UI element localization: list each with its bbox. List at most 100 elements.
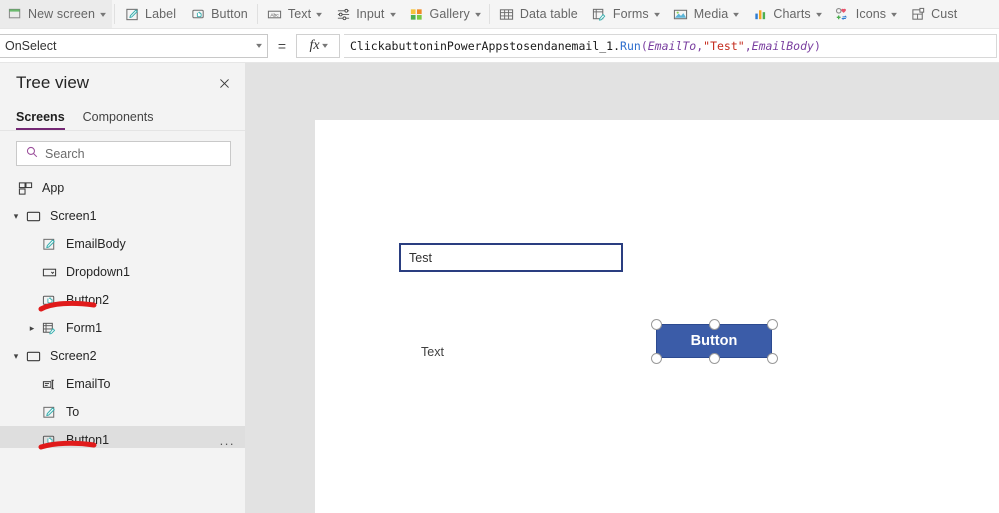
chevron-down-icon: ▾ xyxy=(256,41,262,50)
tree-item-button2[interactable]: Button2 xyxy=(0,286,245,314)
formula-function-name: ClickabuttoninPowerAppstosendanemail_1. xyxy=(350,38,621,53)
toolbar-item-label[interactable]: Label xyxy=(117,0,183,28)
app-screen-canvas[interactable]: Test Text Button xyxy=(315,120,999,513)
chevron-down-icon[interactable]: ▾ xyxy=(8,211,24,222)
chevron-down-icon[interactable]: ▾ xyxy=(8,351,24,362)
equals-sign: = xyxy=(277,37,287,54)
canvas-area: Test Text Button xyxy=(246,63,999,513)
tree-item-screen2[interactable]: ▾ Screen2 xyxy=(0,342,245,370)
text-input-control[interactable]: Test xyxy=(399,243,623,272)
resize-handle-top-center[interactable] xyxy=(708,318,720,330)
toolbar-item-button-text: Button xyxy=(211,7,248,21)
tree-item-overflow-menu[interactable]: ... xyxy=(220,433,235,448)
data-table-icon xyxy=(499,6,515,22)
toolbar-item-text[interactable]: Abc Text ▾ xyxy=(260,0,328,28)
toolbar-item-forms[interactable]: Forms ▾ xyxy=(585,0,666,28)
formula-input[interactable]: ClickabuttoninPowerAppstosendanemail_1. R… xyxy=(344,33,997,58)
resize-handle-top-left[interactable] xyxy=(650,318,662,330)
button-icon xyxy=(190,6,206,22)
text-label-control[interactable]: Text xyxy=(421,345,444,359)
toolbar-divider xyxy=(114,4,116,24)
toolbar-item-charts-text: Charts xyxy=(773,7,811,21)
toolbar-item-text-text: Text xyxy=(287,7,312,21)
tree-item-emailto[interactable]: EmailTo xyxy=(0,370,245,398)
screen-icon xyxy=(24,207,42,225)
tree-item-emailbody[interactable]: EmailBody xyxy=(0,230,245,258)
tree-item-screen1[interactable]: ▾ Screen1 xyxy=(0,202,245,230)
tree-item-label: App xyxy=(42,181,65,195)
tree-item-to[interactable]: To xyxy=(0,398,245,426)
chevron-down-icon: ▾ xyxy=(891,9,898,19)
toolbar-item-icons[interactable]: Icons ▾ xyxy=(828,0,903,28)
resize-handle-bottom-center[interactable] xyxy=(708,352,720,364)
toolbar-item-media-text: Media xyxy=(693,7,729,21)
toolbar-divider xyxy=(488,4,490,24)
tree-item-label: EmailBody xyxy=(66,237,126,251)
icons-icon xyxy=(835,6,851,22)
tree-view-tabs: Screens Components xyxy=(0,103,245,131)
dropdown-icon xyxy=(40,263,58,281)
tab-screens[interactable]: Screens xyxy=(16,110,65,130)
new-screen-icon xyxy=(7,6,23,22)
text-abc-icon: Abc xyxy=(267,6,283,22)
media-icon xyxy=(673,6,689,22)
toolbar-item-icons-text: Icons xyxy=(855,7,887,21)
formula-close-paren: ) xyxy=(813,38,821,53)
toolbar-divider xyxy=(256,4,258,24)
tree-view-empty-area xyxy=(0,448,245,513)
tree-item-label: Form1 xyxy=(66,321,103,335)
chevron-down-icon: ▾ xyxy=(474,9,481,19)
toolbar-item-input-text: Input xyxy=(356,7,385,21)
fx-button[interactable]: fx ▾ xyxy=(296,33,340,58)
toolbar-item-charts[interactable]: Charts ▾ xyxy=(745,0,827,28)
formula-method: Run xyxy=(620,38,641,53)
formula-open-paren: ( xyxy=(640,38,648,53)
svg-text:Abc: Abc xyxy=(271,12,280,18)
toolbar-item-custom-text: Cust xyxy=(931,7,958,21)
search-input[interactable]: Search xyxy=(16,141,231,166)
formula-bar: OnSelect ▾ = fx ▾ ClickabuttoninPowerApp… xyxy=(0,29,999,63)
formula-arg-1: EmailTo xyxy=(647,38,697,53)
tab-components[interactable]: Components xyxy=(83,110,154,130)
search-icon xyxy=(25,145,39,162)
close-icon[interactable] xyxy=(213,72,235,94)
resize-handle-top-right[interactable] xyxy=(766,318,778,330)
resize-handle-bottom-left[interactable] xyxy=(650,352,662,364)
chevron-down-icon: ▾ xyxy=(389,9,396,19)
toolbar-item-new-screen[interactable]: New screen ▾ xyxy=(0,0,113,28)
chevron-down-icon: ▾ xyxy=(100,9,106,19)
button-hand-icon xyxy=(40,431,58,449)
chevron-right-icon[interactable]: ▸ xyxy=(24,323,40,334)
tree-item-label: Screen1 xyxy=(50,209,97,223)
toolbar-item-forms-text: Forms xyxy=(612,7,649,21)
resize-handle-bottom-right[interactable] xyxy=(766,352,778,364)
forms-icon xyxy=(592,6,608,22)
tree-item-form1[interactable]: ▸ Form1 xyxy=(0,314,245,342)
formula-arg-3: EmailBody xyxy=(751,38,814,53)
toolbar-item-button[interactable]: Button xyxy=(183,0,255,28)
toolbar-item-data-table[interactable]: Data table xyxy=(492,0,585,28)
app-icon xyxy=(16,179,34,197)
toolbar-item-label-text: Label xyxy=(145,7,177,21)
label-icon xyxy=(124,6,140,22)
property-selector[interactable]: OnSelect ▾ xyxy=(0,33,268,58)
tree-item-label: Button1 xyxy=(66,433,110,447)
toolbar-item-input[interactable]: Input ▾ xyxy=(328,0,401,28)
tree-item-app[interactable]: App xyxy=(0,174,245,202)
tree-item-dropdown1[interactable]: Dropdown1 xyxy=(0,258,245,286)
form-icon xyxy=(40,319,58,337)
gallery-icon xyxy=(409,6,425,22)
input-sliders-icon xyxy=(335,6,351,22)
tree-item-label: EmailTo xyxy=(66,377,111,391)
toolbar-item-custom[interactable]: Cust xyxy=(903,0,964,28)
tree-item-label: To xyxy=(66,405,80,419)
toolbar-item-data-table-text: Data table xyxy=(519,7,578,21)
label-pencil-icon xyxy=(40,403,58,421)
toolbar-item-media[interactable]: Media ▾ xyxy=(666,0,746,28)
tree-view-title: Tree view xyxy=(16,73,90,92)
toolbar-item-label: New screen xyxy=(28,7,95,21)
screen-icon xyxy=(24,347,42,365)
toolbar-item-gallery[interactable]: Gallery ▾ xyxy=(402,0,487,28)
button-hand-icon xyxy=(40,291,58,309)
tree-item-label: Screen2 xyxy=(50,349,97,363)
